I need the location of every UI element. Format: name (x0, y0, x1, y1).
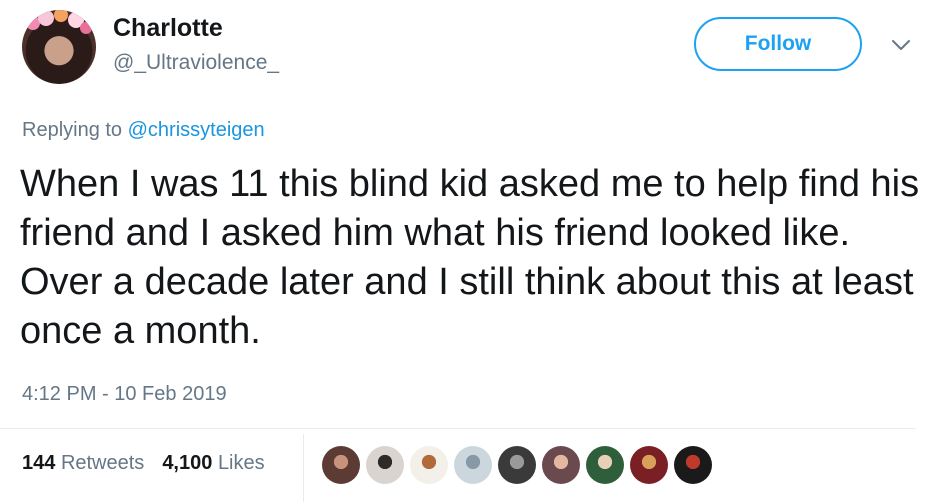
chevron-down-icon[interactable] (890, 34, 912, 56)
liker-avatar-8[interactable] (630, 446, 668, 484)
follow-button[interactable]: Follow (694, 17, 862, 71)
liker-avatar-5[interactable] (498, 446, 536, 484)
replying-to: Replying to @chrissyteigen (22, 119, 265, 142)
likes-count: 4,100 (162, 452, 213, 474)
author-avatar[interactable] (22, 10, 96, 84)
tweet-text: When I was 11 this blind kid asked me to… (20, 163, 920, 352)
stats-separator (303, 434, 304, 502)
likes-label: Likes (217, 452, 265, 474)
liker-avatars (322, 446, 712, 484)
reply-mention-link[interactable]: @chrissyteigen (128, 119, 265, 141)
liker-avatar-4[interactable] (454, 446, 492, 484)
likes-stat[interactable]: 4,100 Likes (162, 452, 264, 475)
retweets-label: Retweets (60, 452, 145, 474)
liker-avatar-3[interactable] (410, 446, 448, 484)
tweet-stats: 144 Retweets 4,100 Likes (22, 452, 265, 475)
retweets-count: 144 (22, 452, 56, 474)
tweet-timestamp[interactable]: 4:12 PM - 10 Feb 2019 (22, 383, 227, 406)
replying-to-label: Replying to (22, 119, 128, 141)
liker-avatar-2[interactable] (366, 446, 404, 484)
author-handle[interactable]: @_Ultraviolence_ (113, 51, 279, 75)
author-name[interactable]: Charlotte (113, 14, 223, 43)
liker-avatar-9[interactable] (674, 446, 712, 484)
liker-avatar-7[interactable] (586, 446, 624, 484)
divider (0, 428, 916, 429)
liker-avatar-6[interactable] (542, 446, 580, 484)
liker-avatar-1[interactable] (322, 446, 360, 484)
retweets-stat[interactable]: 144 Retweets (22, 452, 144, 475)
